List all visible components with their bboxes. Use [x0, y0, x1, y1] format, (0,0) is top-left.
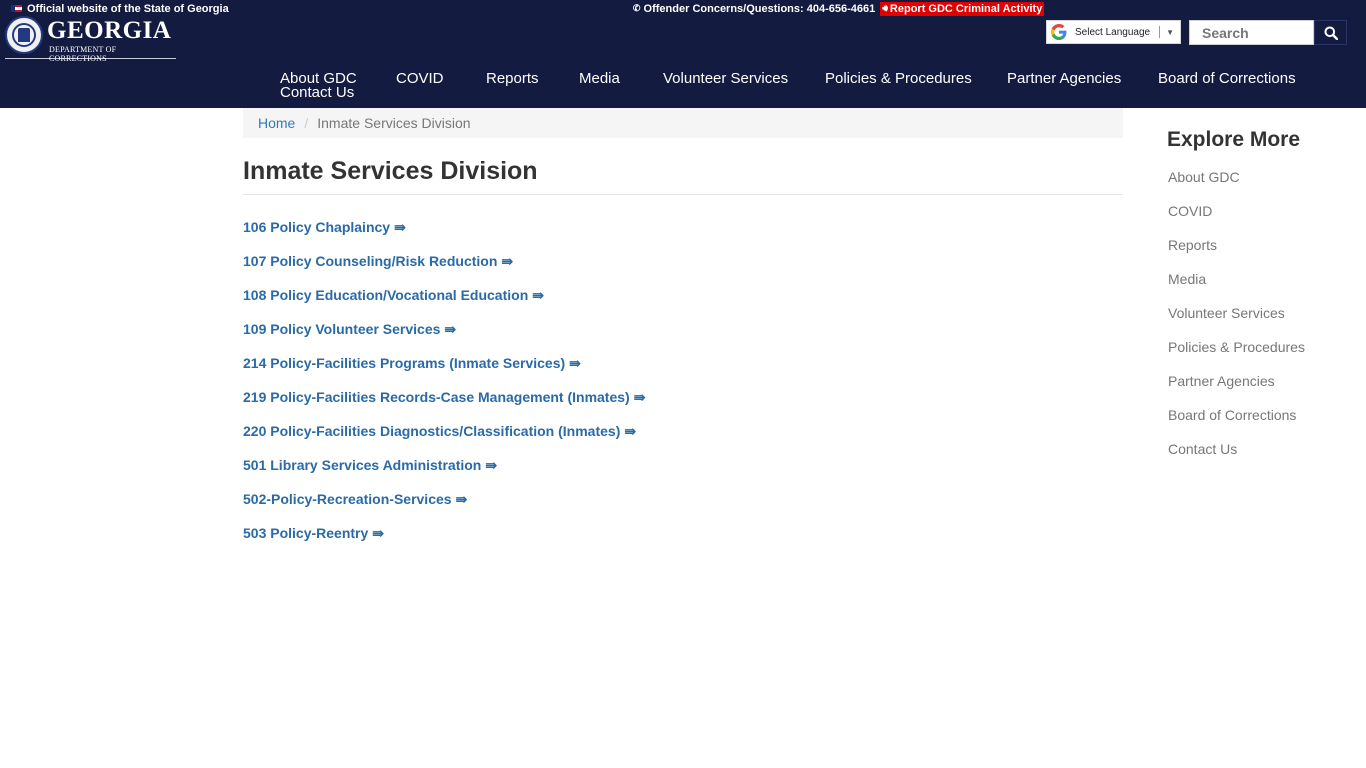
policy-link-214[interactable]: 214 Policy-Facilities Programs (Inmate S…: [243, 355, 645, 389]
language-select[interactable]: Select Language ▼: [1046, 20, 1181, 44]
policy-link-107[interactable]: 107 Policy Counseling/Risk Reduction ⇛: [243, 253, 645, 287]
policy-link-label: 106 Policy Chaplaincy: [243, 219, 391, 235]
explore-more-sidebar: About GDC COVID Reports Media Volunteer …: [1168, 169, 1305, 475]
policy-link-label: 501 Library Services Administration: [243, 457, 482, 473]
arrow-right-icon: ⇛: [444, 321, 457, 337]
language-select-label: Select Language: [1075, 26, 1151, 38]
arrow-right-icon: ⇛: [633, 389, 646, 405]
official-website-text: Official website of the State of Georgia: [27, 2, 229, 15]
arrow-right-icon: ⇛: [372, 525, 385, 541]
nav-item-reports[interactable]: Reports: [486, 71, 539, 87]
nav-item-covid[interactable]: COVID: [396, 71, 444, 87]
search-button[interactable]: [1314, 20, 1347, 45]
sidebar-item-covid[interactable]: COVID: [1168, 203, 1305, 237]
sidebar-item-board-of-corrections[interactable]: Board of Corrections: [1168, 407, 1305, 441]
arrow-right-icon: ⇛: [455, 491, 468, 507]
arrow-right-icon: ⇛: [501, 253, 514, 269]
report-button-label: Report GDC Criminal Activity: [889, 2, 1043, 15]
policy-link-219[interactable]: 219 Policy-Facilities Records-Case Manag…: [243, 389, 645, 423]
breadcrumb-home-link[interactable]: Home: [258, 115, 295, 131]
policy-link-108[interactable]: 108 Policy Education/Vocational Educatio…: [243, 287, 645, 321]
arrow-right-icon: ⇛: [485, 457, 498, 473]
official-website-notice: Official website of the State of Georgia: [11, 2, 229, 15]
search-form: [1189, 20, 1347, 45]
policy-link-503[interactable]: 503 Policy-Reentry ⇛: [243, 525, 645, 559]
language-divider: [1159, 26, 1161, 38]
policy-link-label: 502-Policy-Recreation-Services: [243, 491, 452, 507]
nav-item-contact-us[interactable]: Contact Us: [280, 85, 354, 101]
report-criminal-activity-button[interactable]: 🔊︎ Report GDC Criminal Activity: [880, 1, 1045, 16]
policy-link-label: 503 Policy-Reentry: [243, 525, 369, 541]
policy-link-label: 219 Policy-Facilities Records-Case Manag…: [243, 389, 630, 405]
policy-link-109[interactable]: 109 Policy Volunteer Services ⇛: [243, 321, 645, 355]
offender-concerns: ✆ Offender Concerns/Questions: 404-656-4…: [632, 1, 1045, 16]
breadcrumb: Home / Inmate Services Division: [243, 108, 1123, 138]
arrow-right-icon: ⇛: [532, 287, 544, 303]
policy-link-502[interactable]: 502-Policy-Recreation-Services ⇛: [243, 491, 645, 525]
policy-link-501[interactable]: 501 Library Services Administration ⇛: [243, 457, 645, 491]
sidebar-item-contact-us[interactable]: Contact Us: [1168, 441, 1305, 475]
sidebar-item-media[interactable]: Media: [1168, 271, 1305, 305]
phone-icon: ✆: [632, 2, 642, 14]
sidebar-item-reports[interactable]: Reports: [1168, 237, 1305, 271]
search-icon: [1324, 26, 1338, 40]
policy-link-label: 214 Policy-Facilities Programs (Inmate S…: [243, 355, 566, 371]
sidebar-item-policies-procedures[interactable]: Policies & Procedures: [1168, 339, 1305, 373]
sidebar-title: Explore More: [1167, 128, 1301, 151]
arrow-right-icon: ⇛: [569, 355, 581, 371]
sidebar-item-volunteer-services[interactable]: Volunteer Services: [1168, 305, 1305, 339]
policy-link-label: 108 Policy Education/Vocational Educatio…: [243, 287, 529, 303]
policy-link-106[interactable]: 106 Policy Chaplaincy ⇛: [243, 219, 645, 253]
sidebar-item-partner-agencies[interactable]: Partner Agencies: [1168, 373, 1305, 407]
georgia-seal-icon: [5, 16, 43, 54]
nav-item-policies-procedures[interactable]: Policies & Procedures: [825, 71, 972, 87]
google-g-icon: [1051, 24, 1067, 40]
breadcrumb-current: Inmate Services Division: [317, 115, 471, 131]
arrow-right-icon: ⇛: [394, 219, 406, 235]
nav-item-board-of-corrections[interactable]: Board of Corrections: [1158, 71, 1296, 87]
policy-document-list: 106 Policy Chaplaincy ⇛ 107 Policy Counse…: [243, 219, 645, 559]
speaker-icon: 🔊︎: [882, 3, 888, 13]
logo-subtitle: DEPARTMENT OF CORRECTIONS: [49, 45, 117, 63]
policy-link-label: 109 Policy Volunteer Services: [243, 321, 441, 337]
policy-link-label: 107 Policy Counseling/Risk Reduction: [243, 253, 498, 269]
title-divider: [243, 194, 1123, 195]
logo-title: GEORGIA: [47, 17, 172, 44]
nav-item-partner-agencies[interactable]: Partner Agencies: [1007, 71, 1121, 87]
site-header: Official website of the State of Georgia…: [0, 0, 1366, 108]
offender-concerns-text: Offender Concerns/Questions: 404-656-466…: [643, 2, 876, 15]
sidebar-item-about-gdc[interactable]: About GDC: [1168, 169, 1305, 203]
search-input[interactable]: [1189, 20, 1314, 45]
georgia-flag-icon: [11, 5, 22, 12]
policy-link-220[interactable]: 220 Policy-Facilities Diagnostics/Classi…: [243, 423, 645, 457]
arrow-right-icon: ⇛: [624, 423, 637, 439]
page-title: Inmate Services Division: [243, 157, 538, 185]
chevron-down-icon: ▼: [1166, 27, 1174, 37]
gdc-logo[interactable]: GEORGIA DEPARTMENT OF CORRECTIONS: [5, 16, 176, 63]
nav-item-media[interactable]: Media: [579, 71, 620, 87]
nav-item-volunteer-services[interactable]: Volunteer Services: [663, 71, 788, 87]
breadcrumb-separator: /: [304, 115, 309, 131]
policy-link-label: 220 Policy-Facilities Diagnostics/Classi…: [243, 423, 621, 439]
